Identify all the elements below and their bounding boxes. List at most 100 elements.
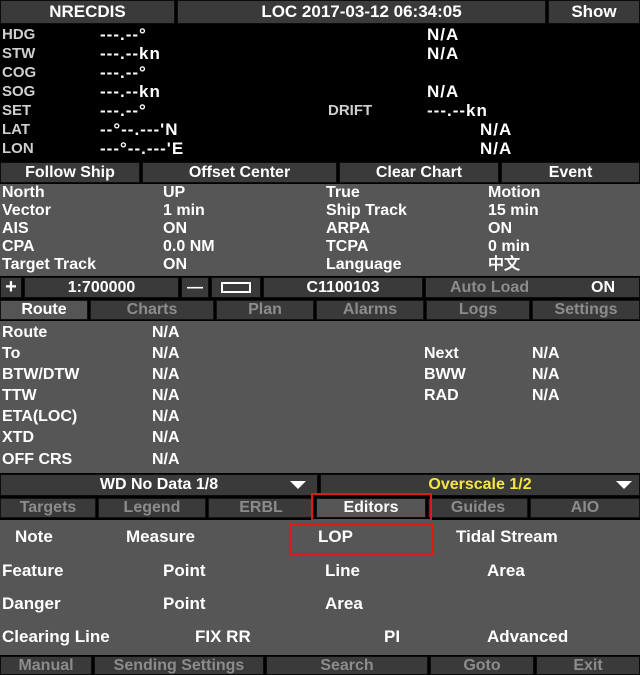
tab-erbl[interactable]: ERBL bbox=[208, 498, 314, 518]
cog-label: COG bbox=[2, 64, 37, 81]
tab-settings[interactable]: Settings bbox=[532, 300, 640, 320]
tab-charts[interactable]: Charts bbox=[90, 300, 214, 320]
cpa-label[interactable]: CPA bbox=[2, 237, 35, 257]
set-label: SET bbox=[2, 102, 32, 119]
auto-load-label: Auto Load bbox=[450, 278, 530, 296]
arpa-value[interactable]: ON bbox=[488, 219, 512, 239]
true-label[interactable]: True bbox=[326, 183, 360, 203]
clear-chart-button[interactable]: Clear Chart bbox=[339, 162, 499, 183]
next-value: N/A bbox=[532, 345, 560, 362]
sog-label: SOG bbox=[2, 83, 36, 100]
scale-value: 1:700000 bbox=[24, 277, 179, 298]
pi-button[interactable]: PI bbox=[384, 627, 400, 647]
feature-point-button[interactable]: Point bbox=[163, 561, 206, 581]
north-label[interactable]: North bbox=[2, 183, 45, 203]
measure-button[interactable]: Measure bbox=[126, 527, 195, 547]
arpa-label[interactable]: ARPA bbox=[326, 219, 370, 239]
off-crs-value: N/A bbox=[152, 451, 180, 468]
hdg-value: ---.--° bbox=[100, 25, 147, 44]
note-button[interactable]: Note bbox=[15, 527, 53, 547]
vector-label[interactable]: Vector bbox=[2, 201, 51, 221]
rectangle-icon bbox=[221, 282, 251, 293]
lat-right: N/A bbox=[480, 120, 513, 139]
stw-label: STW bbox=[2, 45, 36, 62]
tab-logs[interactable]: Logs bbox=[426, 300, 530, 320]
tab-route[interactable]: Route bbox=[0, 300, 88, 320]
tcpa-value[interactable]: 0 min bbox=[488, 237, 530, 257]
next-label: Next bbox=[424, 345, 459, 362]
manual-button[interactable]: Manual bbox=[0, 656, 92, 675]
route-value: N/A bbox=[152, 324, 180, 341]
tidal-stream-button[interactable]: Tidal Stream bbox=[456, 527, 558, 547]
hdg-label: HDG bbox=[2, 26, 36, 43]
tab-legend[interactable]: Legend bbox=[98, 498, 206, 518]
feature-line-button[interactable]: Line bbox=[325, 561, 360, 581]
drift-value: ---.--kn bbox=[427, 101, 488, 120]
tab-plan[interactable]: Plan bbox=[216, 300, 314, 320]
event-button[interactable]: Event bbox=[501, 162, 640, 183]
display-settings-panel bbox=[0, 184, 640, 276]
auto-load-button[interactable]: Auto Load ON bbox=[425, 277, 640, 298]
chart-id[interactable]: C1100103 bbox=[263, 277, 423, 298]
search-button[interactable]: Search bbox=[266, 656, 428, 675]
cpa-value[interactable]: 0.0 NM bbox=[163, 237, 215, 257]
advanced-button[interactable]: Advanced bbox=[487, 627, 568, 647]
danger-area-button[interactable]: Area bbox=[325, 594, 363, 614]
ship-track-value[interactable]: 15 min bbox=[488, 201, 539, 221]
lon-value: ---°--.---'E bbox=[100, 139, 185, 158]
zoom-out-button[interactable]: — bbox=[181, 277, 209, 298]
feature-area-button[interactable]: Area bbox=[487, 561, 525, 581]
danger-point-button[interactable]: Point bbox=[163, 594, 206, 614]
tab-guides[interactable]: Guides bbox=[428, 498, 528, 518]
sending-settings-button[interactable]: Sending Settings bbox=[94, 656, 264, 675]
goto-button[interactable]: Goto bbox=[430, 656, 534, 675]
lat-label: LAT bbox=[2, 121, 31, 138]
show-button[interactable]: Show bbox=[548, 0, 640, 24]
exit-button[interactable]: Exit bbox=[536, 656, 640, 675]
language-value[interactable]: 中文 bbox=[488, 255, 520, 275]
eta-label: ETA(LOC) bbox=[2, 408, 78, 425]
local-time: LOC 2017-03-12 06:34:05 bbox=[177, 0, 546, 24]
target-track-label[interactable]: Target Track bbox=[2, 255, 96, 275]
clearing-line-button[interactable]: Clearing Line bbox=[2, 627, 110, 647]
sog-right: N/A bbox=[427, 82, 460, 101]
off-crs-label: OFF CRS bbox=[2, 451, 73, 468]
eta-value: N/A bbox=[152, 408, 180, 425]
btw-dtw-label: BTW/DTW bbox=[2, 366, 80, 383]
stw-right: N/A bbox=[427, 44, 460, 63]
vector-value[interactable]: 1 min bbox=[163, 201, 205, 221]
ais-label[interactable]: AIS bbox=[2, 219, 29, 239]
ttw-value: N/A bbox=[152, 387, 180, 404]
ttw-label: TTW bbox=[2, 387, 37, 404]
tab-aio[interactable]: AIO bbox=[530, 498, 640, 518]
north-value[interactable]: UP bbox=[163, 183, 185, 203]
route-label: Route bbox=[2, 324, 48, 341]
rad-value: N/A bbox=[532, 387, 560, 404]
editors-highlight bbox=[311, 493, 432, 521]
lon-right: N/A bbox=[480, 139, 513, 158]
follow-ship-button[interactable]: Follow Ship bbox=[0, 162, 140, 183]
wd-status-text: WD No Data 1/8 bbox=[99, 476, 219, 493]
tab-alarms[interactable]: Alarms bbox=[316, 300, 424, 320]
bww-label: BWW bbox=[424, 366, 466, 383]
drift-label: DRIFT bbox=[328, 102, 373, 119]
wd-dropdown[interactable]: WD No Data 1/8 bbox=[0, 474, 318, 496]
offset-center-button[interactable]: Offset Center bbox=[142, 162, 337, 183]
auto-load-value: ON bbox=[591, 278, 615, 296]
danger-label: Danger bbox=[2, 594, 61, 613]
zoom-in-button[interactable]: + bbox=[0, 277, 22, 298]
rad-label: RAD bbox=[424, 387, 459, 404]
chevron-down-icon bbox=[290, 481, 306, 489]
chart-frame-button[interactable] bbox=[211, 277, 261, 298]
tcpa-label[interactable]: TCPA bbox=[326, 237, 368, 257]
tab-targets[interactable]: Targets bbox=[0, 498, 96, 518]
target-track-value[interactable]: ON bbox=[163, 255, 187, 275]
to-value: N/A bbox=[152, 345, 180, 362]
language-label[interactable]: Language bbox=[326, 255, 402, 275]
fix-rr-button[interactable]: FIX RR bbox=[195, 627, 251, 647]
true-value[interactable]: Motion bbox=[488, 183, 540, 203]
xtd-value: N/A bbox=[152, 429, 180, 446]
ship-track-label[interactable]: Ship Track bbox=[326, 201, 407, 221]
ais-value[interactable]: ON bbox=[163, 219, 187, 239]
overscale-text: Overscale 1/2 bbox=[428, 476, 532, 493]
